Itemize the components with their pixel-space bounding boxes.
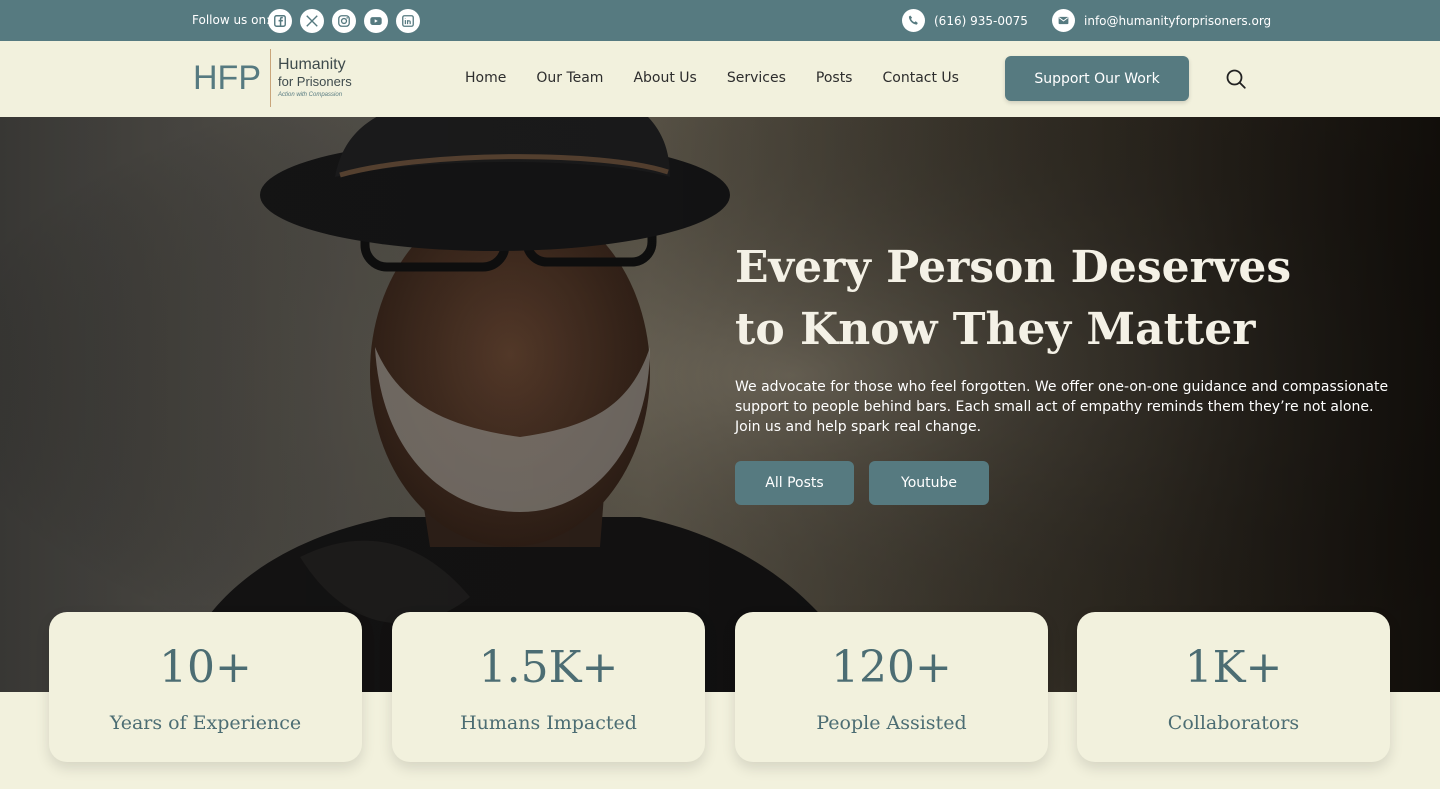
top-bar: Follow us on: (616) 935-0075 info@humani… [0,0,1440,41]
x-icon[interactable] [300,9,324,33]
nav-services[interactable]: Services [727,70,786,86]
nav-posts[interactable]: Posts [816,70,853,86]
follow-label: Follow us on: [192,13,271,27]
logo-divider [270,49,271,107]
stat-label: Years of Experience [109,712,302,734]
stat-card-years: 10+ Years of Experience [49,612,362,762]
linkedin-icon[interactable] [396,9,420,33]
stat-value: 1K+ [1184,642,1283,693]
logo[interactable]: HFP Humanity for Prisoners Action with C… [193,49,352,107]
all-posts-button[interactable]: All Posts [735,461,854,505]
stat-value: 120+ [831,642,952,693]
instagram-icon[interactable] [332,9,356,33]
email-contact[interactable]: info@humanityforprisoners.org [1052,9,1271,32]
support-our-work-button[interactable]: Support Our Work [1005,56,1189,101]
hero-title: Every Person Deserves to Know They Matte… [735,242,1292,355]
stat-label: Humans Impacted [460,712,637,734]
stat-label: People Assisted [816,712,967,734]
main-nav: Home Our Team About Us Services Posts Co… [465,70,959,86]
facebook-icon[interactable] [268,9,292,33]
phone-contact[interactable]: (616) 935-0075 [902,9,1028,32]
nav-contact-us[interactable]: Contact Us [882,70,958,86]
search-icon[interactable] [1225,68,1247,90]
social-links [268,9,420,33]
stat-value: 10+ [159,642,252,693]
logo-text: Humanity for Prisoners Action with Compa… [278,56,352,100]
hero: Every Person Deserves to Know They Matte… [0,117,1440,692]
stat-card-people: 120+ People Assisted [735,612,1048,762]
phone-icon [902,9,925,32]
stat-card-humans: 1.5K+ Humans Impacted [392,612,705,762]
nav-home[interactable]: Home [465,70,506,86]
logo-tagline: Action with Compassion [278,92,343,98]
youtube-icon[interactable] [364,9,388,33]
stat-value: 1.5K+ [478,642,619,693]
nav-about-us[interactable]: About Us [633,70,696,86]
phone-number: (616) 935-0075 [934,13,1028,28]
stat-label: Collaborators [1167,712,1300,734]
logo-line-2: for Prisoners [278,74,352,89]
nav-our-team[interactable]: Our Team [536,70,603,86]
hero-subtitle: We advocate for those who feel forgotten… [735,379,1389,435]
logo-mark: HFP [193,58,261,97]
site-header: HFP Humanity for Prisoners Action with C… [0,41,1440,117]
email-address: info@humanityforprisoners.org [1084,13,1272,28]
youtube-button[interactable]: Youtube [869,461,989,505]
mail-icon [1052,9,1075,32]
stat-card-collaborators: 1K+ Collaborators [1077,612,1390,762]
logo-line-1: Humanity [278,56,346,73]
